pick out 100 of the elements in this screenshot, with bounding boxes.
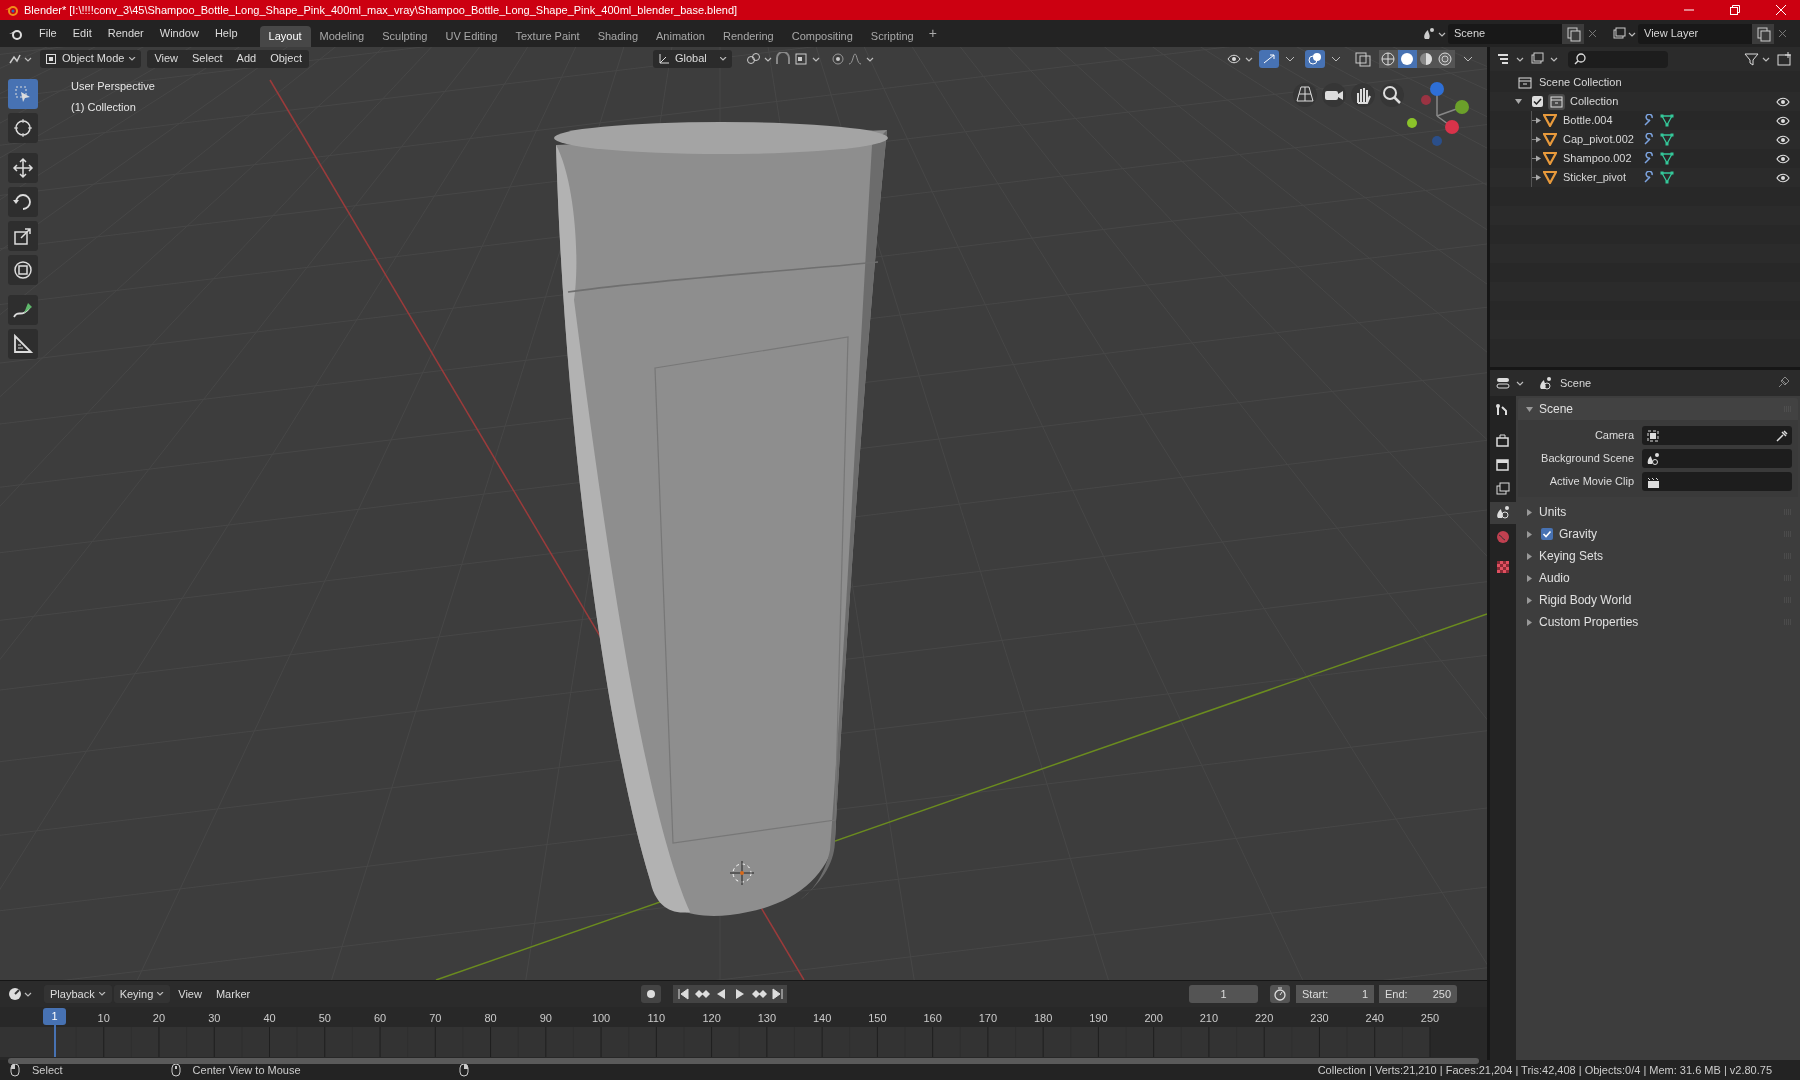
menu-item[interactable]: View [147,50,186,67]
expand-arrow-icon[interactable] [1532,117,1542,124]
next-keyframe-icon[interactable] [749,985,769,1003]
expand-arrow-icon[interactable] [1526,596,1533,604]
eye-icon[interactable] [1776,114,1790,127]
search-field[interactable] [1568,50,1668,68]
pin-icon[interactable] [1776,376,1790,390]
expand-arrow-icon[interactable] [1532,155,1542,162]
menu-item[interactable]: Playback [44,985,112,1003]
object-field[interactable] [1642,449,1792,468]
stopwatch-icon[interactable] [1270,985,1290,1003]
caret-icon[interactable] [1331,55,1341,62]
jump-start-icon[interactable] [673,985,693,1003]
menu-item[interactable]: Keying [113,985,171,1003]
rotate-tool-icon[interactable] [8,187,38,217]
display-mode-icon[interactable] [1530,52,1558,66]
mesh-data-icon[interactable] [1660,171,1674,184]
filter-icon[interactable] [1744,52,1770,66]
expand-arrow-icon[interactable] [1526,508,1533,516]
expand-arrow-icon[interactable] [1515,98,1522,105]
restore-icon[interactable] [1730,5,1740,15]
workspace-tab[interactable]: Sculpting [373,26,437,47]
mesh-data-icon[interactable] [1660,133,1674,146]
object-field[interactable] [1642,426,1792,445]
menu-item[interactable]: Edit [64,22,100,45]
wrench-icon[interactable] [1643,152,1656,165]
scene-tab-icon[interactable] [1490,502,1516,524]
editor-type-icon[interactable] [1496,376,1524,390]
panel-header[interactable]: Gravity [1559,525,1597,543]
expand-arrow-icon[interactable] [1526,405,1533,413]
snap-icon[interactable] [774,51,792,66]
mesh-data-icon[interactable] [1660,152,1674,165]
panel-header[interactable]: Rigid Body World [1539,591,1632,609]
workspace-tab[interactable]: Rendering [713,26,783,47]
proportional-edit-icon[interactable] [830,51,846,66]
shading-solid-icon[interactable] [1398,49,1417,68]
editor-type-icon[interactable] [1496,52,1524,66]
shading-wireframe-icon[interactable] [1379,49,1398,68]
menu-item[interactable]: Select [185,50,230,67]
workspace-tab[interactable]: Compositing [782,26,862,47]
zoom-icon[interactable] [1380,83,1404,107]
add-workspace-button[interactable]: + [922,23,943,44]
copy-icon[interactable] [1752,23,1774,44]
editor-type-icon[interactable] [8,987,32,1001]
eye-icon[interactable] [1776,95,1790,108]
wrench-icon[interactable] [1643,171,1656,184]
checkbox[interactable] [1541,528,1553,540]
expand-arrow-icon[interactable] [1526,530,1533,538]
snap-target-icon[interactable] [794,51,820,66]
workspace-tab[interactable]: Animation [647,26,714,47]
scale-tool-icon[interactable] [8,221,38,251]
tree-item[interactable]: Cap_pivot.002 [1563,131,1641,148]
caret-icon[interactable] [1285,55,1295,62]
view-layer-field[interactable]: View Layer [1638,23,1752,44]
tree-item[interactable]: Sticker_pivot [1563,169,1641,186]
eye-icon[interactable] [1776,133,1790,146]
menu-item[interactable]: View [172,985,208,1003]
tree-item[interactable]: Shampoo.002 [1563,150,1641,167]
object-field[interactable] [1642,472,1792,491]
tree-item[interactable]: Scene Collection [1539,74,1622,91]
eyedropper-icon[interactable] [1776,429,1788,442]
start-frame-field[interactable]: Start: 1 [1296,985,1374,1003]
pivot-icon[interactable] [746,51,772,66]
camera-view-icon[interactable] [1322,83,1346,107]
record-icon[interactable] [641,985,662,1003]
gizmo-toggle-icon[interactable] [1259,49,1279,68]
new-collection-icon[interactable] [1776,51,1794,67]
workspace-tab[interactable]: Layout [259,26,311,47]
caret-icon[interactable] [1463,55,1473,62]
scene-selector-icon[interactable] [1422,26,1446,41]
grid-view-icon[interactable] [1293,83,1317,107]
annotate-tool-icon[interactable] [8,295,38,325]
jump-end-icon[interactable] [768,985,788,1003]
menu-item[interactable]: Marker [209,985,257,1003]
eye-icon[interactable] [1776,152,1790,165]
expand-arrow-icon[interactable] [1526,552,1533,560]
orientation-dropdown[interactable]: Global [653,49,732,68]
expand-arrow-icon[interactable] [1532,174,1542,181]
menu-item[interactable]: Add [229,50,264,67]
end-frame-field[interactable]: End: 250 [1379,985,1457,1003]
workspace-tab[interactable]: Scripting [861,26,923,47]
panel-header[interactable]: Units [1539,503,1567,521]
menu-item[interactable]: Object [263,50,309,67]
workspace-tab[interactable]: Modeling [310,26,374,47]
falloff-icon[interactable] [848,51,874,66]
shading-material-icon[interactable] [1417,49,1436,68]
mode-dropdown[interactable]: Object Mode [40,49,142,68]
overlays-icon[interactable] [1305,49,1325,68]
timeline-scrollbar[interactable] [8,1058,1479,1064]
transform-tool-icon[interactable] [8,255,38,285]
menu-item[interactable]: Window [151,22,207,45]
select-tool-icon[interactable] [8,79,38,109]
workspace-tab[interactable]: Shading [588,26,648,47]
prev-keyframe-icon[interactable] [692,985,712,1003]
menu-item[interactable]: Render [99,22,152,45]
scene-field[interactable]: Scene [1448,23,1562,44]
wrench-icon[interactable] [1643,114,1656,127]
expand-arrow-icon[interactable] [1526,618,1533,626]
tree-item[interactable]: Collection [1570,93,1619,110]
copy-icon[interactable] [1562,23,1584,44]
